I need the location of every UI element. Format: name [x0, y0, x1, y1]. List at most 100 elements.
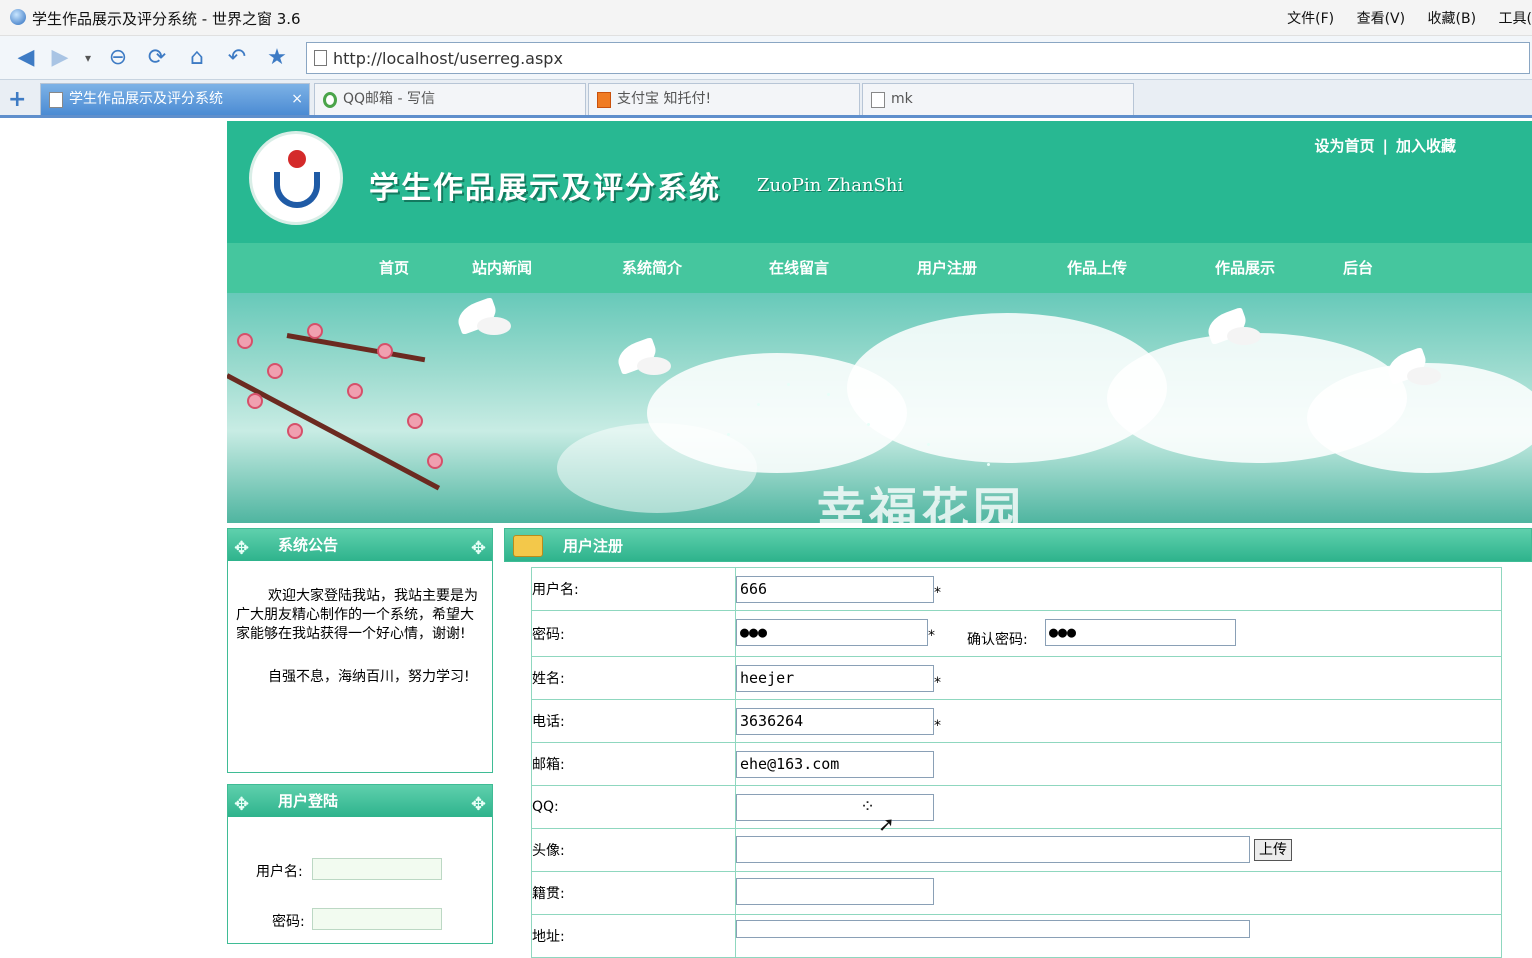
- menu-favorites[interactable]: 收藏(B): [1428, 11, 1477, 27]
- banner-image: 幸福花园: [227, 293, 1532, 523]
- header-links: 设为首页 | 加入收藏: [1314, 135, 1456, 156]
- tab-qq-mail[interactable]: QQ邮箱 - 写信: [314, 83, 586, 115]
- login-password-label: 密码:: [272, 914, 305, 930]
- folder-icon: [513, 535, 543, 557]
- nav-message[interactable]: 在线留言: [769, 257, 829, 278]
- form-row-username: 用户名:: [531, 567, 1502, 611]
- link-separator: |: [1382, 137, 1388, 155]
- history-dropdown-icon[interactable]: ▾: [74, 44, 102, 72]
- qq-mail-icon: [323, 92, 337, 108]
- avatar-label: 头像:: [531, 828, 736, 872]
- login-username-input[interactable]: [312, 858, 442, 880]
- tab-student-works[interactable]: 学生作品展示及评分系统 ×: [40, 83, 310, 115]
- alipay-icon: [597, 92, 611, 108]
- phone-label: 电话:: [531, 699, 736, 743]
- login-username-label: 用户名:: [256, 864, 303, 880]
- nav-home[interactable]: 首页: [379, 257, 409, 278]
- sparkle: [787, 383, 790, 386]
- stop-icon[interactable]: ⊖: [104, 44, 132, 72]
- tab-mk[interactable]: mk: [862, 83, 1134, 115]
- nav-showcase[interactable]: 作品展示: [1215, 257, 1275, 278]
- site-logo: [249, 131, 343, 225]
- blossom: [347, 383, 363, 399]
- dove: [1203, 306, 1267, 347]
- notice-paragraph-2: 自强不息，海纳百川，努力学习!: [268, 669, 470, 685]
- email-input[interactable]: ehe@163.com: [736, 751, 934, 778]
- mouse-pointer-icon: ➚: [878, 812, 895, 836]
- close-tab-icon[interactable]: ×: [291, 84, 303, 114]
- qq-label: QQ:: [531, 785, 736, 829]
- sparkle: [827, 393, 830, 396]
- blossom: [377, 343, 393, 359]
- page-icon: [871, 92, 885, 108]
- add-favorite-link[interactable]: 加入收藏: [1396, 137, 1456, 155]
- favorite-star-icon[interactable]: ★: [263, 44, 291, 72]
- login-title: 用户登陆: [278, 792, 339, 810]
- branch: [286, 333, 426, 363]
- notice-title: 系统公告: [278, 536, 339, 554]
- required-mark: *: [928, 628, 935, 644]
- sparkle: [727, 433, 730, 436]
- username-label: 用户名:: [531, 567, 736, 611]
- form-row-qq: QQ:: [531, 785, 1502, 829]
- avatar-path-input[interactable]: [736, 836, 1250, 863]
- blossom: [307, 323, 323, 339]
- register-header: 用户注册: [504, 528, 1532, 562]
- upload-button[interactable]: 上传: [1254, 839, 1292, 861]
- address-url[interactable]: http://localhost/userreg.aspx: [333, 49, 563, 68]
- notice-panel: ✥ 系统公告 ✥ 欢迎大家登陆我站，我站主要是为广大朋友精心制作的一个系统，希望…: [227, 528, 493, 773]
- sparkle: [927, 443, 930, 446]
- confirm-password-input[interactable]: ●●●: [1045, 619, 1236, 646]
- site-title: 学生作品展示及评分系统: [369, 171, 721, 206]
- sparkle: [757, 403, 760, 406]
- login-panel: ✥ 用户登陆 ✥ 用户名: 密码:: [227, 784, 493, 944]
- forward-icon[interactable]: ▶: [46, 44, 74, 72]
- cloud: [557, 423, 757, 513]
- nav-intro[interactable]: 系统简介: [622, 257, 682, 278]
- nav-news[interactable]: 站内新闻: [472, 257, 532, 278]
- navigation-toolbar: ◀ ▶ ▾ ⊖ ⟳ ⌂ ↶ ★ http://localhost/userreg…: [0, 36, 1532, 80]
- menu-file[interactable]: 文件(F): [1287, 11, 1334, 27]
- tab-bar: + 学生作品展示及评分系统 × QQ邮箱 - 写信 支付宝 知托付! mk: [0, 80, 1532, 118]
- password-input[interactable]: ●●●: [736, 619, 928, 646]
- required-mark: *: [934, 718, 941, 734]
- login-password-input[interactable]: [312, 908, 442, 930]
- window-title: 学生作品展示及评分系统 - 世界之窗 3.6: [32, 10, 301, 28]
- browser-logo-icon: [10, 9, 26, 25]
- qq-input[interactable]: [736, 794, 934, 821]
- undo-close-icon[interactable]: ↶: [223, 44, 251, 72]
- back-icon[interactable]: ◀: [12, 44, 40, 72]
- nav-register[interactable]: 用户注册: [917, 257, 977, 278]
- refresh-icon[interactable]: ⟳: [143, 44, 171, 72]
- tab-alipay[interactable]: 支付宝 知托付!: [588, 83, 860, 115]
- nav-admin[interactable]: 后台: [1343, 257, 1373, 278]
- site-nav: 首页 站内新闻 系统简介 在线留言 用户注册 作品上传 作品展示 后台: [227, 243, 1532, 293]
- blossom: [267, 363, 283, 379]
- required-mark: *: [934, 585, 941, 601]
- new-tab-icon[interactable]: +: [8, 87, 26, 112]
- address-input[interactable]: [736, 920, 1250, 938]
- username-input[interactable]: 666: [736, 576, 934, 603]
- ornament-icon: ✥: [470, 538, 486, 559]
- password-label: 密码:: [531, 610, 736, 657]
- hometown-input[interactable]: [736, 878, 934, 905]
- name-label: 姓名:: [531, 656, 736, 700]
- sparkle: [867, 423, 870, 426]
- logo-figure: [274, 172, 320, 208]
- tab-label: 支付宝 知托付!: [617, 91, 712, 107]
- phone-input[interactable]: 3636264: [736, 708, 934, 735]
- blossom: [287, 423, 303, 439]
- login-password-row: 密码:: [272, 908, 442, 931]
- form-row-name: 姓名:: [531, 656, 1502, 700]
- menu-tools[interactable]: 工具(: [1499, 11, 1532, 27]
- address-bar[interactable]: http://localhost/userreg.aspx: [306, 42, 1530, 74]
- set-homepage-link[interactable]: 设为首页: [1314, 137, 1374, 155]
- name-input[interactable]: heejer: [736, 665, 934, 692]
- nav-upload[interactable]: 作品上传: [1067, 257, 1127, 278]
- home-icon[interactable]: ⌂: [183, 44, 211, 72]
- site-subtitle: ZuoPin ZhanShi: [757, 175, 904, 196]
- ornament-icon: ✥: [234, 794, 250, 815]
- site-header: 学生作品展示及评分系统 ZuoPin ZhanShi 设为首页 | 加入收藏: [227, 121, 1532, 243]
- tab-label: 学生作品展示及评分系统: [69, 91, 223, 107]
- menu-view[interactable]: 查看(V): [1357, 11, 1406, 27]
